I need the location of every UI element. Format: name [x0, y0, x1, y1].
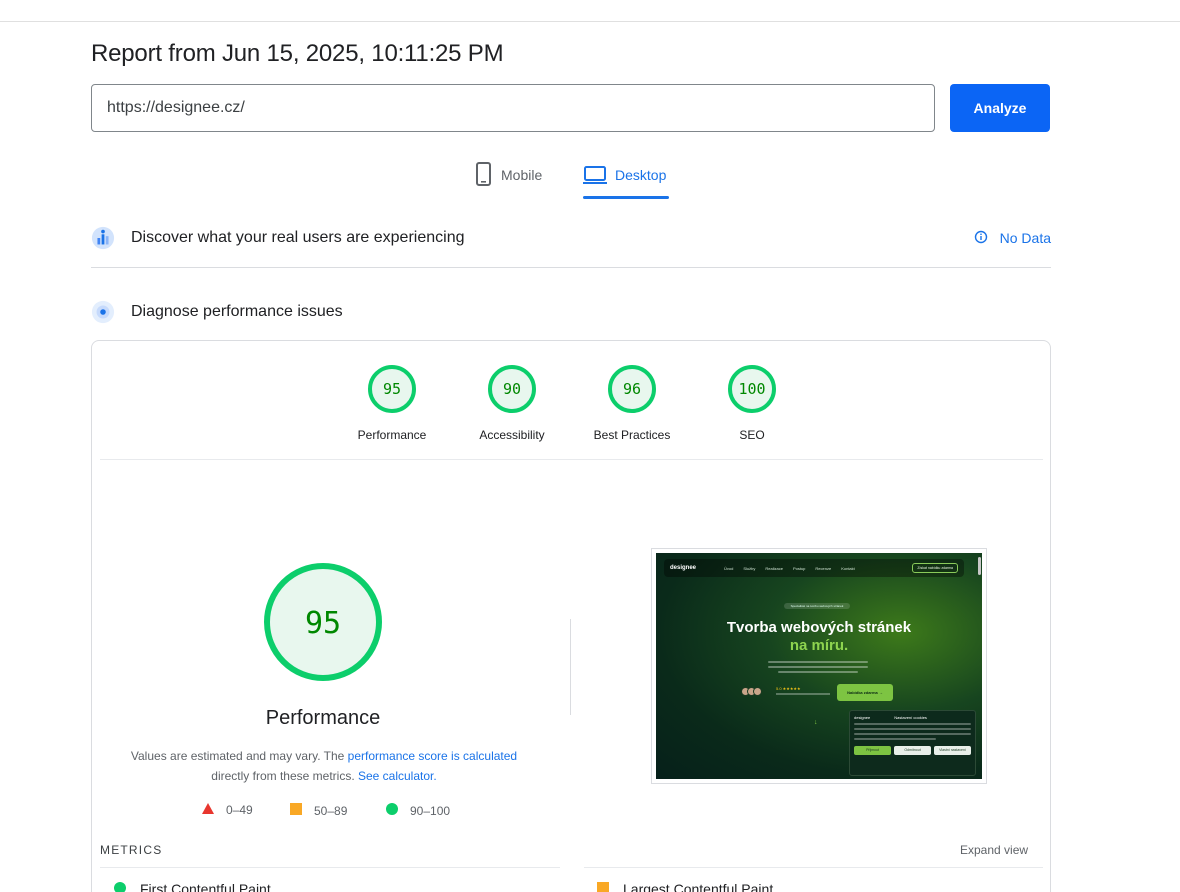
shot-cookie-custom: Vlastní nastavení: [934, 746, 971, 755]
diagnose-title: Diagnose performance issues: [131, 303, 343, 320]
laptop-icon: [583, 162, 607, 189]
score-value: 96: [623, 380, 641, 398]
score-value: 90: [503, 380, 521, 398]
diagnose-section-header: Diagnose performance issues: [91, 298, 1051, 326]
main-score-value: 95: [305, 606, 341, 641]
shot-headline: Tvorba webových stránek: [726, 619, 912, 636]
shot-rating: 5.0 ★★★★★: [776, 686, 801, 691]
url-input[interactable]: [91, 84, 935, 132]
shot-rating-sub: [776, 693, 830, 695]
shot-nav-item: Služby: [743, 565, 756, 571]
metric-fcp[interactable]: First Contentful Paint: [114, 881, 271, 892]
shot-cookie-reject: Odmítnout: [894, 746, 931, 755]
gauge-label: Accessibility: [479, 428, 545, 442]
tab-mobile-label: Mobile: [501, 167, 543, 183]
pass-circle-icon: [114, 881, 126, 892]
see-calculator-link[interactable]: See calculator.: [358, 769, 437, 783]
report-title: Report from Jun 15, 2025, 10:11:25 PM: [91, 40, 504, 67]
tab-desktop[interactable]: Desktop: [583, 162, 669, 199]
metric-name: First Contentful Paint: [140, 881, 271, 892]
desc-middle: directly from these metrics.: [211, 769, 358, 783]
lighthouse-icon: [91, 300, 115, 324]
circle-icon: [386, 803, 398, 818]
tab-desktop-label: Desktop: [615, 167, 667, 183]
metrics-heading: METRICS: [100, 843, 163, 857]
gauge-accessibility[interactable]: 90 Accessibility: [452, 363, 572, 442]
top-divider: [0, 21, 1180, 22]
square-icon: [290, 803, 302, 818]
gauge-label: SEO: [739, 428, 765, 442]
shot-cta: Získat nabídku zdarma: [912, 563, 958, 573]
info-icon: [974, 230, 988, 247]
legend-average: 50–89: [290, 803, 347, 818]
shot-avatars: [741, 687, 762, 696]
analyze-button[interactable]: Analyze: [950, 84, 1050, 132]
phone-icon: [475, 162, 493, 189]
shot-logo: designee: [670, 565, 697, 571]
shot-headline-accent: na míru.: [789, 637, 849, 654]
metrics-divider-right: [584, 867, 1043, 868]
score-value: 95: [383, 380, 401, 398]
average-square-icon: [597, 881, 609, 892]
expand-view-toggle[interactable]: Expand view: [960, 843, 1028, 857]
shot-badge: Specialisté na tvorbu webových stránek: [784, 603, 850, 609]
score-value: 100: [738, 380, 765, 398]
report-card: 95 Performance 90 Accessibility 96 Best …: [91, 340, 1051, 892]
metrics-divider-left: [100, 867, 560, 868]
tab-mobile[interactable]: Mobile: [475, 162, 542, 198]
active-tab-indicator: [583, 196, 669, 199]
metric-lcp[interactable]: Largest Contentful Paint: [597, 881, 773, 892]
no-data-label: No Data: [999, 230, 1051, 246]
gauge-label: Performance: [357, 428, 427, 442]
score-gauge-performance: 95: [368, 365, 416, 413]
shot-cookie-logo: designee: [854, 715, 871, 720]
legend-fail: 0–49: [202, 803, 253, 817]
shot-cookie-accept: Přijmout: [854, 746, 891, 755]
shot-navbar: designee Úvod Služby Realizace Postup Re…: [664, 559, 964, 577]
section-divider: [91, 267, 1051, 268]
legend-average-range: 50–89: [314, 803, 348, 818]
gauge-best-practices[interactable]: 96 Best Practices: [572, 363, 692, 442]
performance-main-gauge: 95: [264, 563, 382, 681]
crux-title: Discover what your real users are experi…: [131, 229, 465, 246]
triangle-icon: [202, 803, 214, 817]
shot-paragraph: [768, 661, 868, 676]
performance-title: Performance: [265, 707, 381, 729]
shot-nav-item: Realizace: [765, 565, 783, 571]
shot-button: Nabídka zdarma →: [837, 684, 893, 701]
legend-fail-range: 0–49: [226, 803, 253, 817]
legend-pass: 90–100: [386, 803, 450, 818]
shot-nav-item: Úvod: [724, 565, 734, 571]
crux-section-header: Discover what your real users are experi…: [91, 224, 1051, 252]
shot-cookie-title: Nastavení cookies: [894, 715, 927, 720]
gauge-label: Best Practices: [593, 428, 671, 442]
shot-scrollbar: [978, 557, 981, 575]
shot-nav-item: Postup: [792, 565, 806, 571]
shot-cookie-banner: designee Nastavení cookies Přijmout Odmít…: [849, 710, 976, 776]
score-gauge-accessibility: 90: [488, 365, 536, 413]
score-gauge-seo: 100: [728, 365, 776, 413]
arrow-down-icon: ↓: [814, 719, 818, 726]
users-chart-icon: [91, 226, 115, 250]
metric-name: Largest Contentful Paint: [623, 881, 774, 892]
score-calculated-link[interactable]: performance score is calculated: [348, 749, 517, 763]
no-data-indicator[interactable]: No Data: [974, 230, 1051, 247]
shot-nav-item: Recenze: [815, 565, 832, 571]
gauge-performance[interactable]: 95 Performance: [332, 363, 452, 442]
gauge-seo[interactable]: 100 SEO: [692, 363, 812, 442]
final-screenshot[interactable]: designee Úvod Služby Realizace Postup Re…: [651, 548, 987, 784]
gauges-divider: [100, 459, 1043, 460]
desc-prefix: Values are estimated and may vary. The: [130, 749, 348, 763]
score-gauge-best-practices: 96: [608, 365, 656, 413]
shot-nav-item: Kontakt: [841, 565, 855, 571]
performance-description: Values are estimated and may vary. The p…: [124, 746, 524, 786]
legend-pass-range: 90–100: [410, 803, 451, 818]
vertical-separator: [570, 619, 571, 715]
screenshot-image: designee Úvod Služby Realizace Postup Re…: [656, 553, 982, 779]
